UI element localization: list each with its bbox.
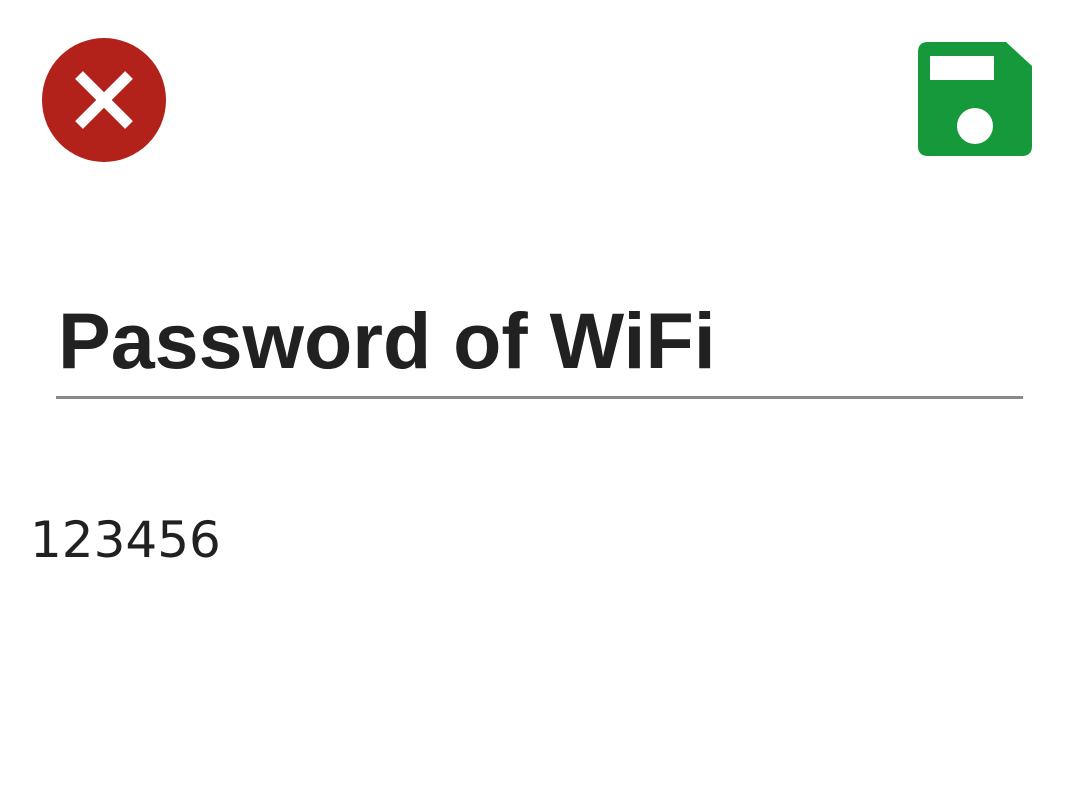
close-icon [42, 38, 166, 162]
password-input[interactable] [30, 510, 1030, 570]
save-button[interactable] [918, 42, 1032, 156]
field-title: Password of WiFi [58, 296, 716, 385]
title-divider [56, 396, 1023, 399]
close-button[interactable] [41, 37, 167, 163]
save-floppy-icon [918, 42, 1032, 156]
